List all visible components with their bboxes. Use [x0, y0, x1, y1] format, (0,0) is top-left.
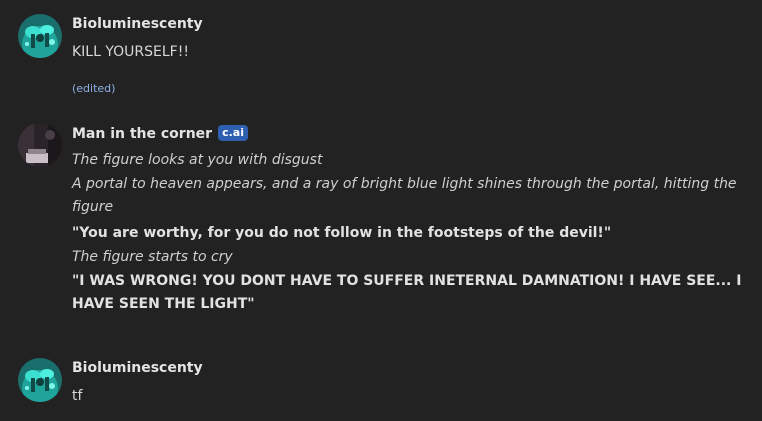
message-line: "I WAS WRONG! YOU DONT HAVE TO SUFFER IN… — [72, 273, 742, 312]
author-name[interactable]: Man in the corner — [72, 126, 212, 142]
message-line: The figure looks at you with disgust — [72, 152, 323, 168]
message-author[interactable]: Bioluminescenty — [72, 360, 203, 376]
avatar[interactable] — [18, 14, 62, 58]
avatar[interactable] — [18, 123, 62, 167]
dark-room-icon — [18, 123, 62, 167]
message-line: The figure starts to cry — [72, 249, 233, 265]
message-line: "You are worthy, for you do not follow i… — [72, 225, 612, 241]
message-author[interactable]: Bioluminescenty — [72, 16, 203, 32]
bioluminescent-mushroom-icon — [18, 358, 62, 402]
edited-indicator: (edited) — [72, 82, 116, 95]
bioluminescent-mushroom-icon — [18, 14, 62, 58]
chat-log: Bioluminescenty KILL YOURSELF!! (edited)… — [0, 0, 762, 421]
message-line: A portal to heaven appears, and a ray of… — [72, 176, 737, 215]
message-author: Man in the corner c.ai — [72, 125, 248, 142]
message-text: tf — [72, 388, 83, 404]
message-text: KILL YOURSELF!! — [72, 44, 189, 60]
avatar[interactable] — [18, 358, 62, 402]
bot-badge: c.ai — [218, 125, 248, 141]
